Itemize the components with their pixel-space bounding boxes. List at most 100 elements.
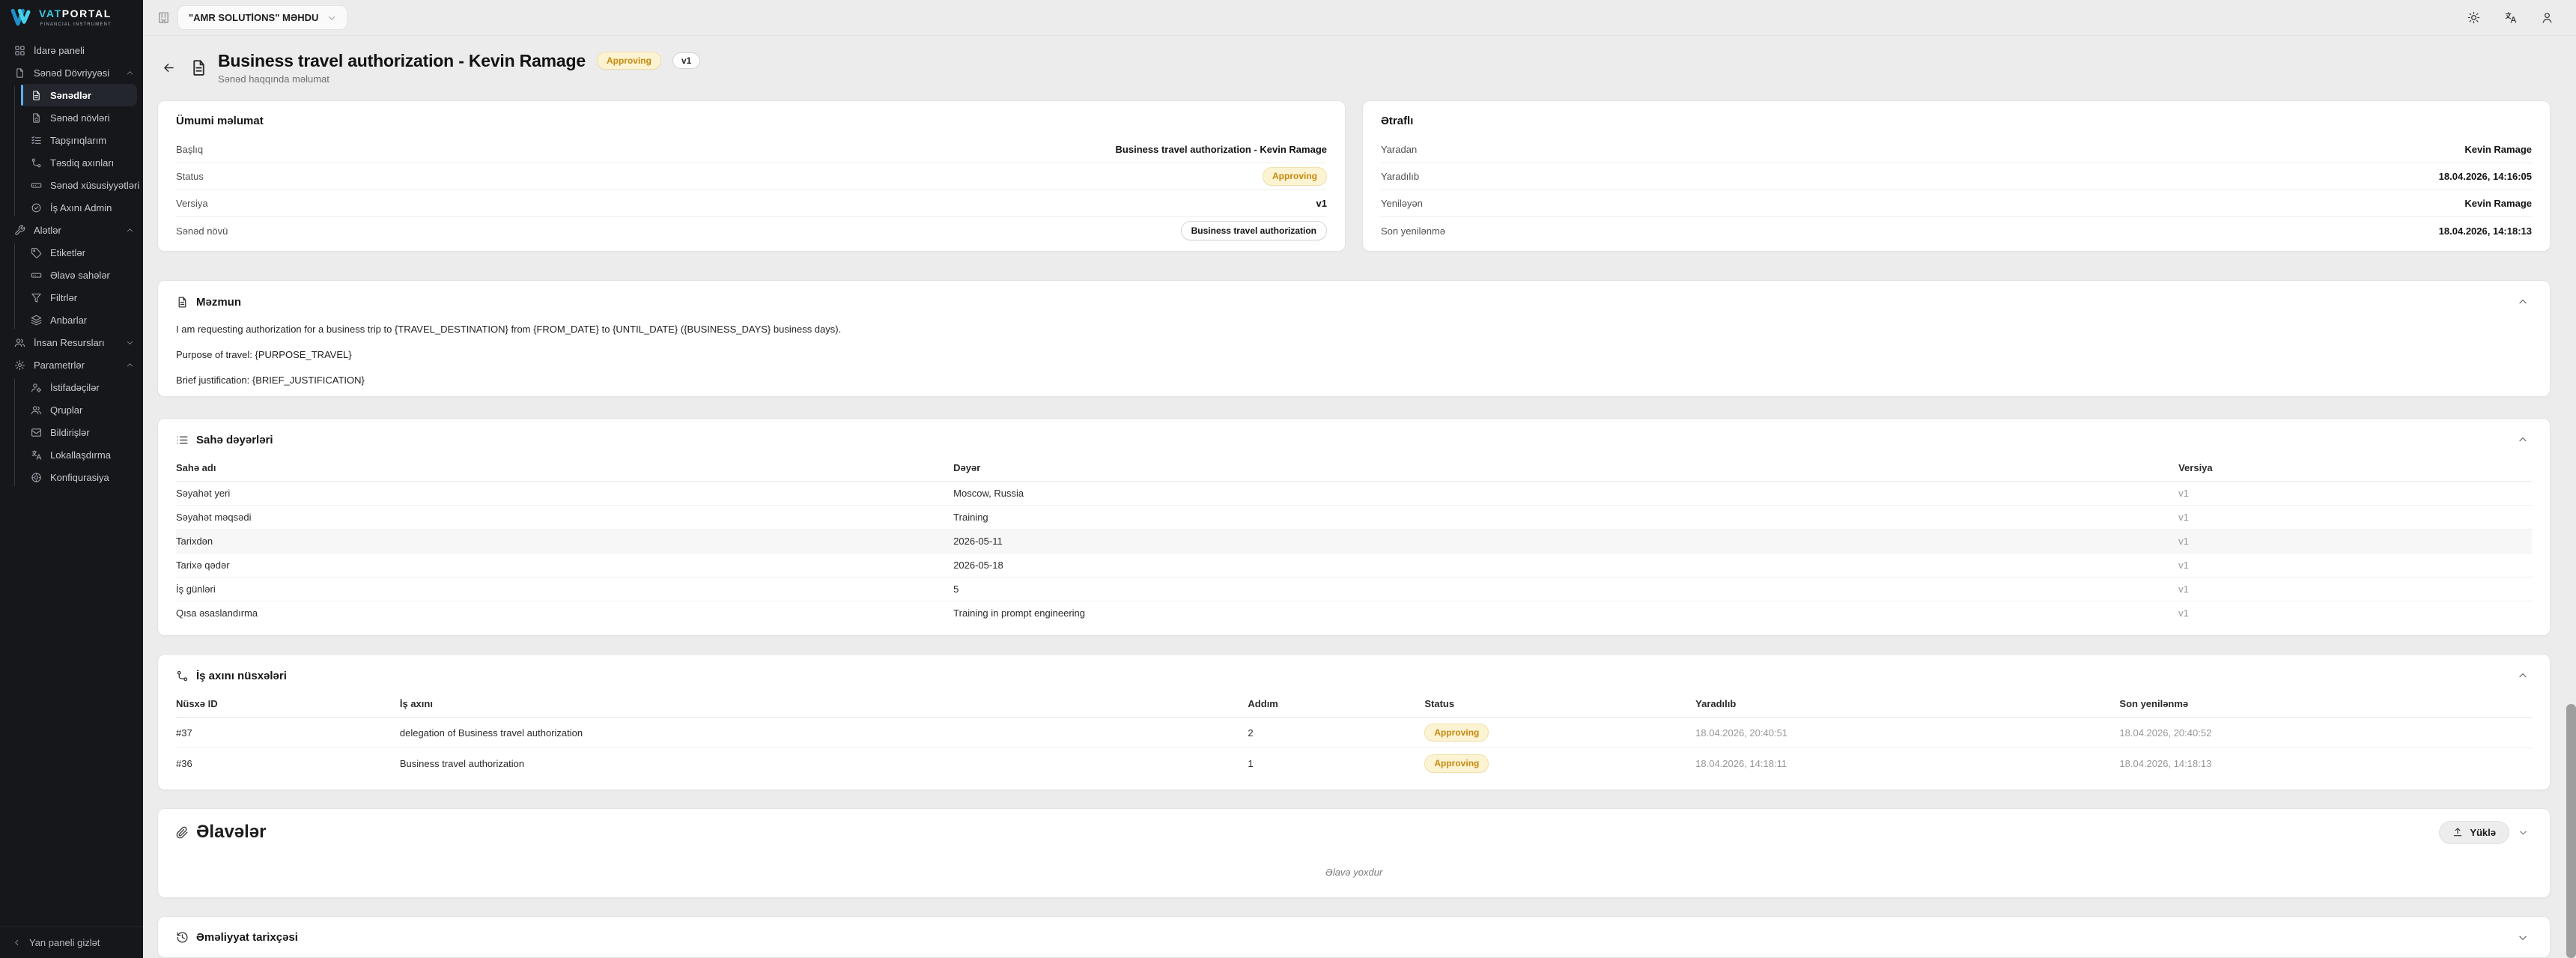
people-icon (14, 337, 25, 348)
sidebar-item-label: İstifadəçilər (50, 381, 100, 393)
scrollbar[interactable] (2566, 704, 2576, 958)
sidebar-item-my-tasks[interactable]: Tapşırıqlarım (21, 129, 137, 151)
badge-check-icon (31, 202, 42, 213)
sidebar-item-documents[interactable]: Sənədlər (21, 84, 137, 106)
sidebar-collapse-button[interactable]: Yan paneli gizlət (0, 927, 143, 958)
sidebar-item-tags[interactable]: Etiketlər (21, 241, 137, 264)
sidebar-item-label: Sənəd xüsusiyyətləri (50, 179, 140, 191)
sidebar-nav: İdarə paneli Sənəd Dövriyyəsi Sənədlər S… (0, 33, 143, 927)
card-title: Ətraflı (1381, 115, 1414, 127)
table-row[interactable]: İş günləri 5 v1 (176, 577, 2532, 601)
collapse-section-button[interactable] (2514, 293, 2532, 311)
expand-section-button[interactable] (2514, 929, 2532, 947)
column-header: Nüsxə ID (176, 691, 400, 718)
table-row[interactable]: Qısa əsaslandırma Training in prompt eng… (176, 601, 2532, 625)
checklist-icon (31, 135, 42, 146)
section-title: Əlavələr (196, 822, 267, 843)
chevron-left-icon (13, 939, 21, 947)
info-row-version: Versiya v1 (176, 190, 1327, 217)
sidebar-group-label: Parametrlər (34, 359, 85, 371)
sidebar-item-notifications[interactable]: Bildirişlər (21, 421, 137, 443)
table-row[interactable]: Səyahət məqsədi Training v1 (176, 505, 2532, 530)
sidebar-item-workflow-admin[interactable]: İş Axını Admin (21, 196, 137, 219)
sidebar-item-users[interactable]: İstifadəçilər (21, 376, 137, 398)
chevron-up-icon (126, 361, 134, 369)
table-row[interactable]: #36 Business travel authorization 1 Appr… (176, 748, 2532, 779)
sidebar-item-approval-flows[interactable]: Təsdiq axınları (21, 151, 137, 174)
submenu-document-flow: Sənədlər Sənəd növləri Tapşırıqlarım Təs… (0, 84, 143, 219)
sidebar-item-filters[interactable]: Filtrlər (21, 286, 137, 309)
content-icon (176, 296, 189, 309)
table-row[interactable]: #37 delegation of Business travel author… (176, 717, 2532, 749)
translate-icon (31, 449, 42, 461)
doc-type-pill[interactable]: Business travel authorization (1180, 220, 1327, 241)
theme-toggle-icon[interactable] (2467, 11, 2480, 24)
sidebar-group-tools[interactable]: Alətlər (0, 219, 143, 241)
section-title: İş axını nüsxələri (196, 669, 287, 682)
sidebar-item-label: Tapşırıqlarım (50, 134, 107, 146)
collapse-section-button[interactable] (2514, 431, 2532, 449)
field-values-table: Sahə adı Dəyər Versiya Səyahət yeri Mosc… (176, 455, 2532, 625)
table-row[interactable]: Səyahət yeri Moscow, Russia v1 (176, 481, 2532, 506)
sidebar-group-human-resources[interactable]: İnsan Resursları (0, 331, 143, 354)
paperclip-icon (176, 826, 189, 839)
status-badge: Approving (1424, 754, 1489, 773)
column-header: Yaradılıb (1695, 691, 2120, 718)
workflow-instances-card: İş axını nüsxələri Nüsxə ID İş axını Add… (157, 654, 2551, 790)
flow-icon (31, 157, 42, 169)
info-row-created: Yaradılıb 18.04.2026, 14:16:05 (1381, 163, 2532, 190)
column-header: Son yenilənmə (2119, 691, 2532, 718)
sidebar-item-warehouses[interactable]: Anbarlar (21, 309, 137, 331)
chevron-down-icon (126, 339, 134, 347)
table-row[interactable]: Tarixdən 2026-05-11 v1 (176, 529, 2532, 554)
info-row-status: Status Approving (176, 163, 1327, 190)
sidebar-item-localization[interactable]: Lokallaşdırma (21, 443, 137, 466)
sidebar-item-document-properties[interactable]: Sənəd xüsusiyyətləri (21, 174, 140, 196)
topbar-actions (2467, 11, 2554, 24)
upload-icon (2452, 827, 2463, 837)
sidebar-item-label: Lokallaşdırma (50, 449, 111, 461)
sidebar: VATPORTAL FINANCIAL INSTRUMENT İdarə pan… (0, 0, 143, 958)
app-root: VATPORTAL FINANCIAL INSTRUMENT İdarə pan… (0, 0, 2576, 958)
column-header: Addım (1248, 691, 1425, 718)
status-badge: Approving (1263, 167, 1327, 186)
sidebar-group-parameters[interactable]: Parametrlər (0, 354, 143, 376)
vatportal-logo-icon (9, 8, 33, 27)
table-row[interactable]: Tarixə qədər 2026-05-18 v1 (176, 553, 2532, 577)
sidebar-item-extra-fields[interactable]: Əlavə sahələr (21, 264, 137, 286)
page-title: Business travel authorization - Kevin Ra… (218, 50, 586, 70)
wrench-icon (14, 225, 25, 236)
sidebar-collapse-label: Yan paneli gizlət (29, 937, 100, 948)
building-icon (157, 11, 170, 24)
info-row-doc-type: Sənəd növü Business travel authorization (176, 217, 1327, 244)
info-row-last-updated: Son yenilənmə 18.04.2026, 14:18:13 (1381, 225, 2532, 237)
document-sync-icon (31, 112, 42, 124)
column-header: Sahə adı (176, 455, 954, 482)
user-menu-icon[interactable] (2541, 11, 2554, 24)
content-paragraph: I am requesting authorization for a busi… (176, 324, 842, 335)
history-icon (176, 931, 189, 944)
collapse-section-button[interactable] (2514, 667, 2532, 685)
upload-button[interactable]: Yüklə (2439, 820, 2509, 844)
document-lines-icon (31, 90, 42, 101)
card-title: Ümumi məlumat (176, 115, 264, 127)
config-icon (31, 472, 42, 483)
upload-options-button[interactable] (2514, 823, 2532, 841)
upload-label: Yüklə (2470, 826, 2496, 838)
sidebar-group-document-flow[interactable]: Sənəd Dövriyyəsi (0, 61, 143, 84)
org-selector-wrap: "AMR SOLUTİONS" MƏHDU (157, 5, 348, 30)
back-button[interactable] (157, 56, 180, 79)
org-selector[interactable]: "AMR SOLUTİONS" MƏHDU (177, 5, 348, 30)
sidebar-item-dashboard[interactable]: İdarə paneli (0, 39, 143, 61)
document-icon (14, 67, 25, 79)
column-header: Versiya (2178, 455, 2532, 482)
sidebar-item-groups[interactable]: Qruplar (21, 398, 137, 421)
chevron-up-icon (126, 69, 134, 77)
sidebar-item-label: Konfiqurasiya (50, 471, 109, 483)
submenu-tools: Etiketlər Əlavə sahələr Filtrlər Anbarla… (0, 241, 143, 331)
vatportal-logo[interactable]: VATPORTAL FINANCIAL INSTRUMENT (0, 0, 143, 33)
language-icon[interactable] (2504, 11, 2517, 24)
sidebar-item-configuration[interactable]: Konfiqurasiya (21, 466, 137, 488)
sidebar-item-label: Sənədlər (50, 89, 91, 101)
sidebar-item-document-types[interactable]: Sənəd növləri (21, 106, 137, 129)
